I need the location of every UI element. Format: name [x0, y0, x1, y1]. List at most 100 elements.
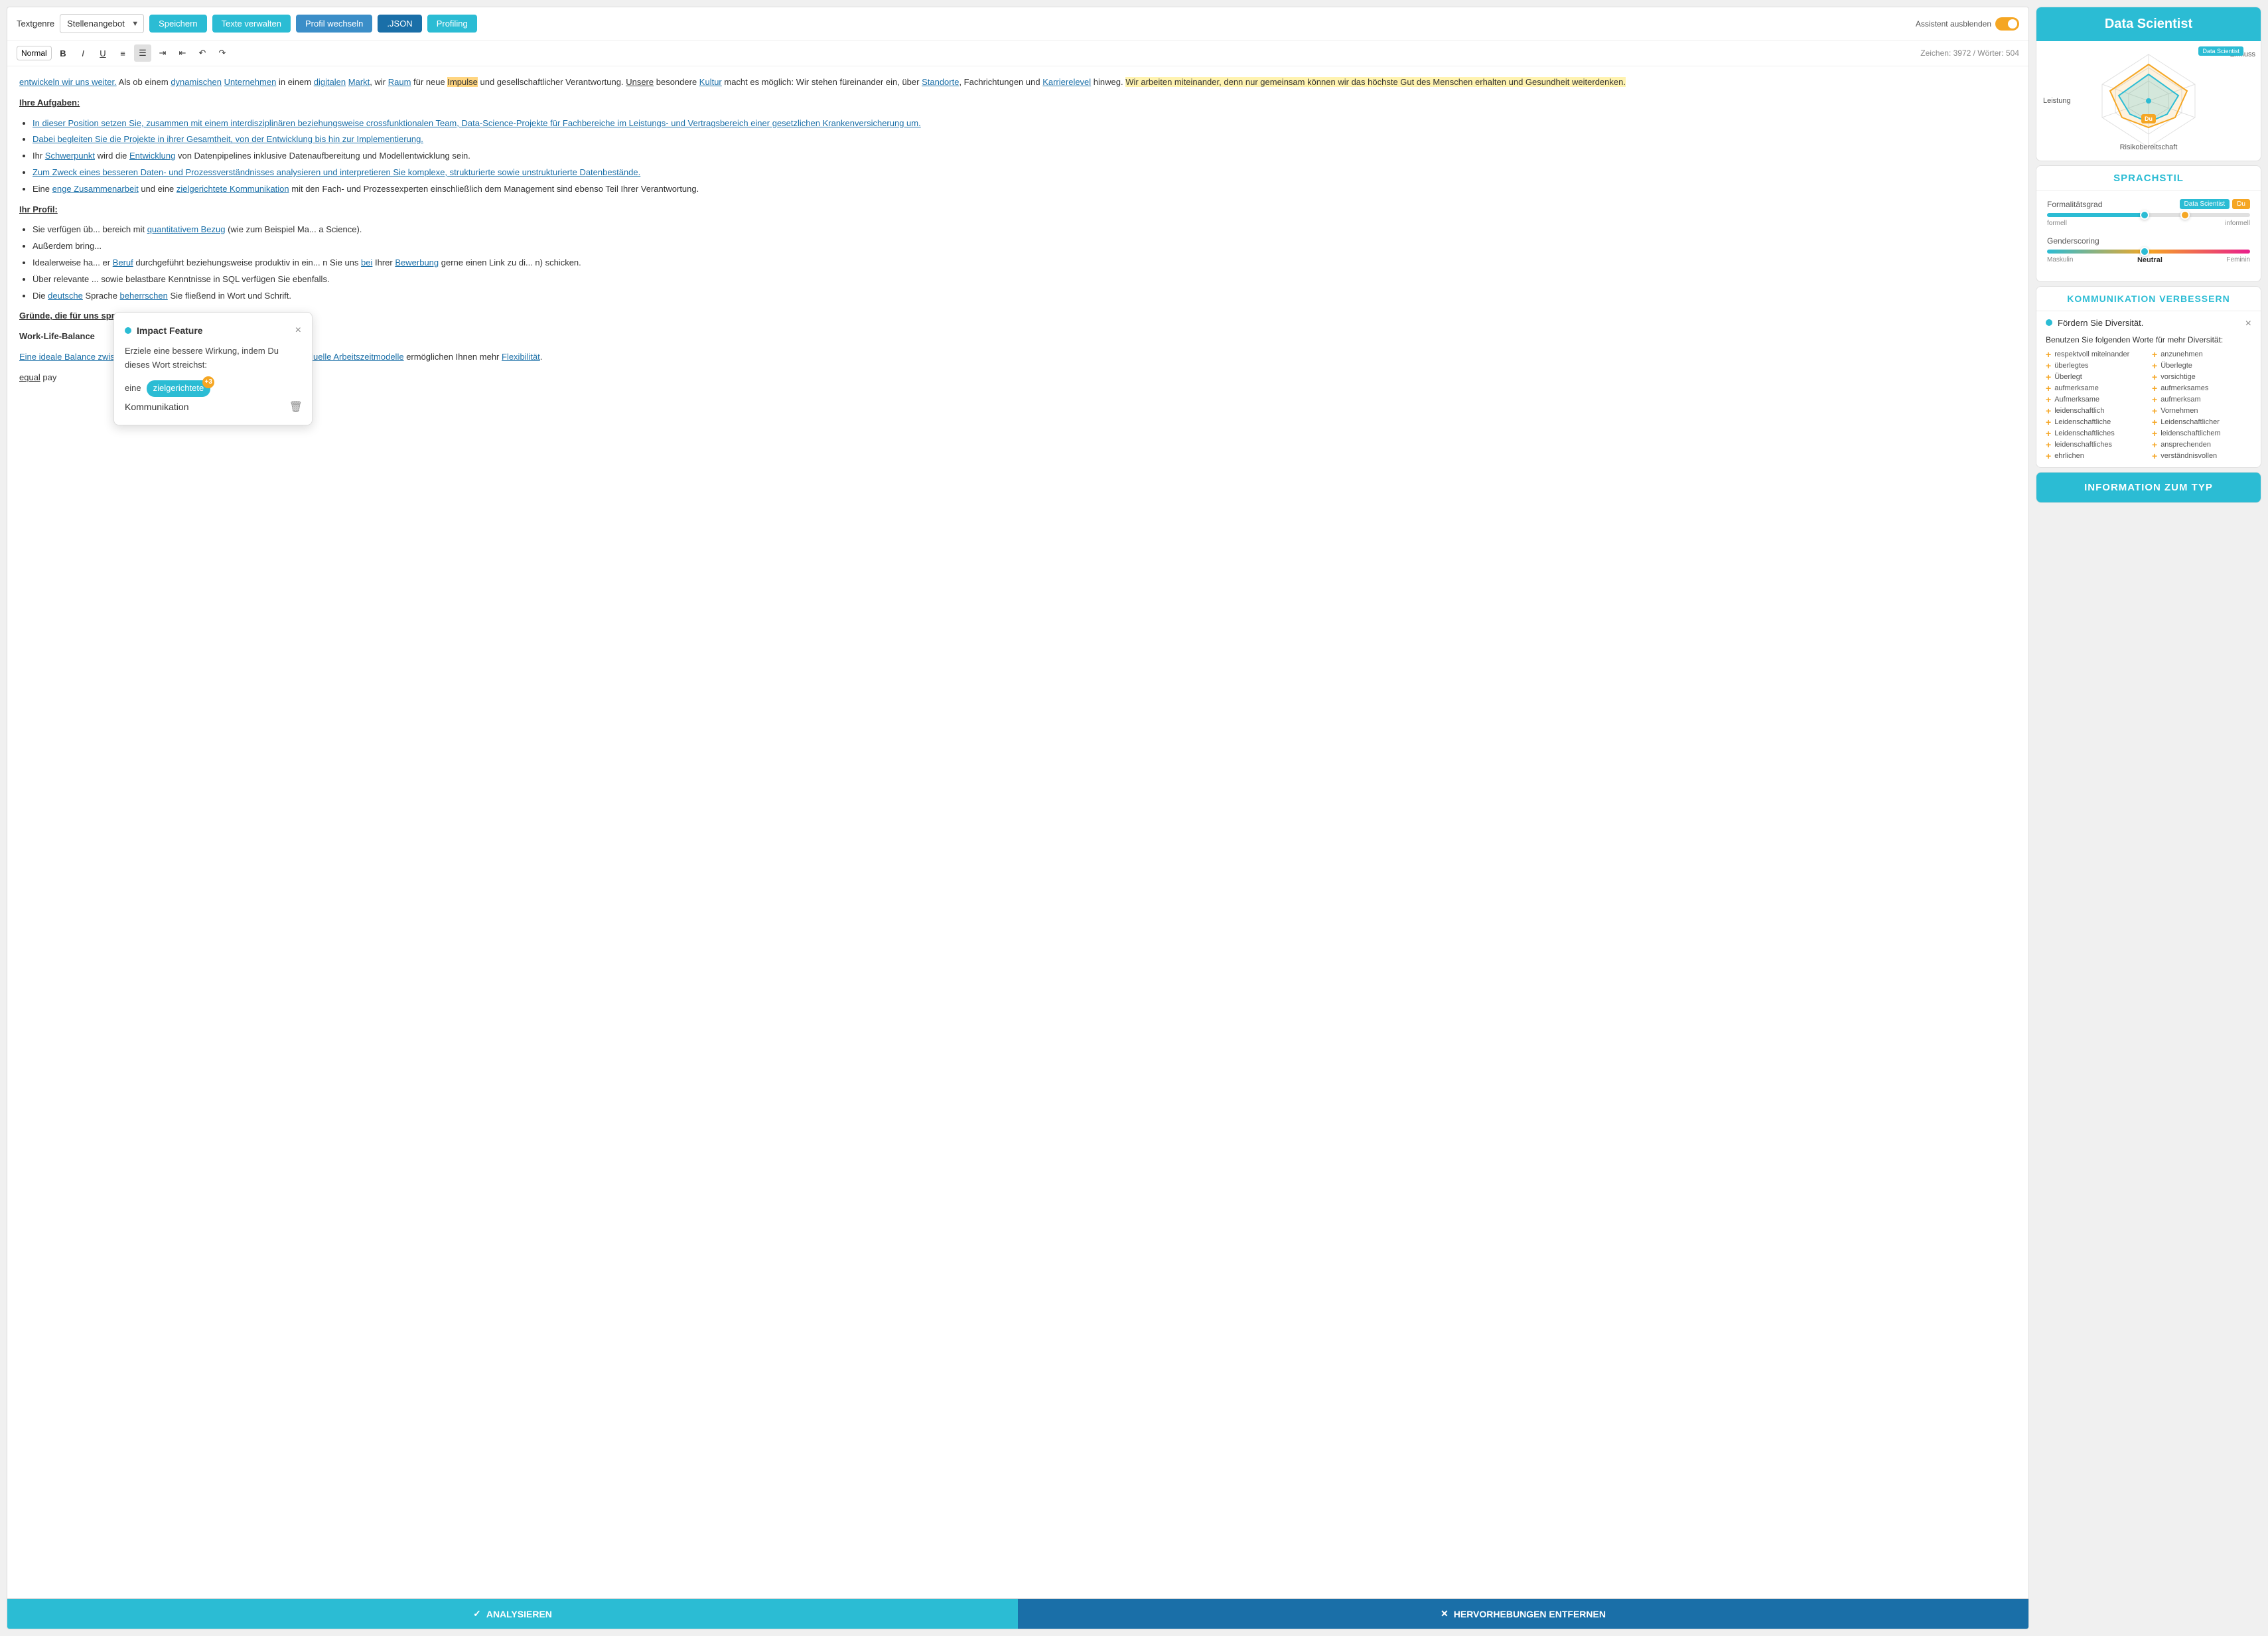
sprachstil-header: SPRACHSTIL [2036, 166, 2261, 191]
analyze-button[interactable]: ✓ ANALYSIEREN [7, 1599, 1018, 1629]
list-item-3: Ihr Schwerpunkt wird die Entwicklung von… [33, 149, 2017, 163]
outdent-button[interactable]: ⇤ [174, 44, 191, 62]
link-deutsche[interactable]: deutsche [48, 291, 83, 301]
plus-icon-r9: + [2152, 440, 2157, 449]
popup-chip[interactable]: zielgerichtete +3 [147, 380, 211, 397]
word-item-9: +leidenschaftliches [2046, 440, 2145, 449]
link-entwicklung[interactable]: Entwicklung [129, 151, 175, 161]
link-karrierelevel[interactable]: Karrierelevel [1042, 77, 1091, 87]
popup-chip-text: zielgerichtete [153, 383, 204, 393]
du-badge: Du [2141, 114, 2156, 123]
para-balance: Eine ideale Balance zwischen Beruf und P… [19, 350, 2017, 364]
gender-left: Maskulin [2047, 256, 2073, 264]
plus-icon-r5: + [2152, 395, 2157, 404]
popup-kommunikation: Kommunikation [125, 400, 301, 414]
style-select[interactable]: Normal [17, 46, 52, 60]
popup-trash-icon[interactable]: 🗑 [289, 399, 303, 416]
slider-right-label: informell [2225, 220, 2250, 227]
link-schwerpunkt[interactable]: Schwerpunkt [45, 151, 95, 161]
undo-button[interactable]: ↶ [194, 44, 211, 62]
genderscoring-row: Genderscoring Maskulin Neutral Feminin [2047, 236, 2250, 264]
link-li1[interactable]: In dieser Position setzen Sie, zusammen … [33, 118, 921, 128]
unordered-list-button[interactable]: ☰ [134, 44, 151, 62]
badge-du: Du [2232, 199, 2250, 209]
plus-icon-r8: + [2152, 429, 2157, 438]
radar-badge: Data Scientist [2198, 46, 2243, 56]
aufgaben-list: In dieser Position setzen Sie, zusammen … [19, 117, 2017, 196]
switch-profile-button[interactable]: Profil wechseln [296, 15, 372, 33]
link-zielgerichtete[interactable]: zielgerichtete Kommunikation [177, 184, 289, 194]
link-markt[interactable]: Markt [348, 77, 370, 87]
link-bei[interactable]: bei [361, 258, 372, 267]
word-item-r6: +Vornehmen [2152, 406, 2251, 415]
popup-title: Impact Feature [125, 323, 203, 338]
gender-track[interactable] [2047, 250, 2250, 254]
para-equal-pay: equal pay [19, 371, 2017, 385]
link-entwickeln[interactable]: entwickeln wir uns weiter. [19, 77, 117, 87]
link-quantitativem[interactable]: quantitativem Bezug [147, 224, 226, 234]
popup-close-button[interactable]: × [295, 325, 301, 336]
editor-area[interactable]: entwickeln wir uns weiter. Als ob einem … [7, 66, 2028, 1598]
link-digitalen[interactable]: digitalen [314, 77, 346, 87]
json-button[interactable]: .JSON [378, 15, 421, 33]
plus-icon-r2: + [2152, 361, 2157, 370]
word-item-3: +Überlegt [2046, 372, 2145, 382]
link-beruf[interactable]: Beruf [113, 258, 133, 267]
underline-button[interactable]: U [94, 44, 111, 62]
info-card[interactable]: INFORMATION ZUM TYP [2036, 472, 2261, 503]
word-item-2: +überlegtes [2046, 361, 2145, 370]
kommunikation-header: KOMMUNIKATION VERBESSERN [2036, 287, 2261, 311]
plus-icon-7: + [2046, 417, 2051, 427]
link-bewerbung[interactable]: Bewerbung [395, 258, 439, 267]
slider-thumb-blue[interactable] [2140, 210, 2149, 220]
link-li2[interactable]: Dabei begleiten Sie die Projekte in ihre… [33, 134, 423, 144]
link-flexibilitaet[interactable]: Flexibilität [502, 352, 540, 362]
textgenre-select[interactable]: Stellenangebot [60, 14, 144, 33]
profil-item-2: Außerdem bring... [33, 240, 2017, 254]
remove-highlights-icon: ✕ [1441, 1608, 1449, 1619]
link-standorte[interactable]: Standorte [922, 77, 959, 87]
toggle-switch[interactable] [1995, 17, 2019, 31]
profiling-button[interactable]: Profiling [427, 15, 477, 33]
save-button[interactable]: Speichern [149, 15, 207, 33]
bold-button[interactable]: B [54, 44, 72, 62]
komm-close-button[interactable]: × [2245, 318, 2251, 330]
sprachstil-body: Formalitätsgrad Data Scientist Du formel… [2036, 191, 2261, 281]
gender-thumb[interactable] [2140, 247, 2149, 256]
manage-texts-button[interactable]: Texte verwalten [212, 15, 291, 33]
remove-highlights-button[interactable]: ✕ HERVORHEBUNGEN ENTFERNEN [1018, 1599, 2028, 1629]
indent-button[interactable]: ⇥ [154, 44, 171, 62]
assistant-toggle: Assistent ausblenden [1916, 17, 2019, 31]
redo-button[interactable]: ↷ [214, 44, 231, 62]
formalitaet-track[interactable] [2047, 213, 2250, 217]
toolbar-top: Textgenre Stellenangebot ▼ Speichern Tex… [7, 7, 2028, 40]
word-item-r3: +vorsichtige [2152, 372, 2251, 382]
slider-thumb-orange[interactable] [2180, 210, 2190, 220]
link-kultur[interactable]: Kultur [699, 77, 722, 87]
section-gruende: Gründe, die für uns sprechen [19, 309, 2017, 323]
word-item-1: +respektvoll miteinander [2046, 350, 2145, 359]
word-item-r10: +verständnisvollen [2152, 451, 2251, 461]
link-raum[interactable]: Raum [388, 77, 411, 87]
link-enge[interactable]: enge Zusammenarbeit [52, 184, 139, 194]
profile-title: Data Scientist [2105, 17, 2192, 31]
link-unternehmen[interactable]: Unternehmen [224, 77, 277, 87]
word-item-7: +Leidenschaftliche [2046, 417, 2145, 427]
plus-icon-5: + [2046, 395, 2051, 404]
radar-container: Einfluss Leistung Risikobereitschaft Dat… [2036, 41, 2261, 161]
genderscoring-label: Genderscoring [2047, 236, 2099, 246]
link-dynamischen[interactable]: dynamischen [171, 77, 222, 87]
info-card-header[interactable]: INFORMATION ZUM TYP [2036, 473, 2261, 502]
link-beherrschen[interactable]: beherrschen [120, 291, 168, 301]
popup-description: Erziele eine bessere Wirkung, indem Du d… [125, 346, 279, 370]
slider-fill-blue [2047, 213, 2145, 217]
underline-unsere: Unsere [626, 77, 654, 87]
profil-item-3: Idealerweise ha... er Beruf durchgeführt… [33, 256, 2017, 270]
ordered-list-button[interactable]: ≡ [114, 44, 131, 62]
italic-button[interactable]: I [74, 44, 92, 62]
formalitaet-badges: Data Scientist Du [2180, 199, 2251, 209]
profil-item-5: Die deutsche Sprache beherrschen Sie fli… [33, 289, 2017, 303]
badge-data-scientist: Data Scientist [2180, 199, 2230, 209]
textgenre-select-wrapper[interactable]: Stellenangebot ▼ [60, 14, 144, 33]
link-li4[interactable]: Zum Zweck eines besseren Daten- und Proz… [33, 167, 640, 177]
